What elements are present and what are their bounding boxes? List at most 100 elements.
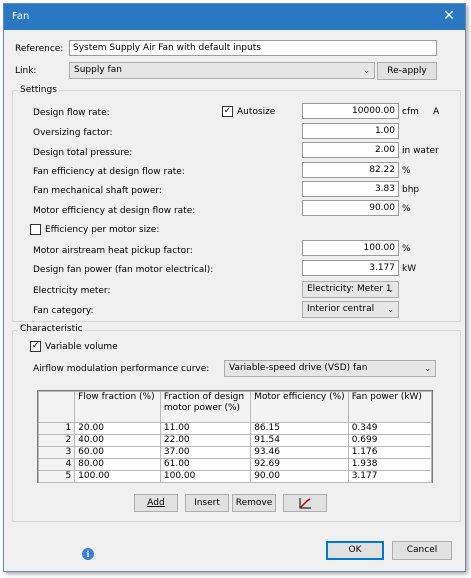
design-pressure-unit: in water	[402, 146, 439, 156]
design-flow-rate-input[interactable]: 10000.00	[302, 103, 399, 119]
motor-efficiency-unit: %	[402, 204, 411, 214]
row-number: 5	[37, 470, 76, 483]
column-header: Fraction of design motor power (%)	[159, 391, 252, 423]
efficiency-per-motor-label: Efficiency per motor size:	[45, 225, 160, 235]
insert-button[interactable]: Insert	[185, 494, 229, 512]
flow-cell[interactable]: 20.00	[74, 422, 161, 435]
design-pressure-label: Design total pressure:	[33, 148, 133, 158]
shaft-power-unit: bhp	[402, 185, 420, 195]
efficiency-cell[interactable]: 92.69	[250, 458, 349, 471]
motor-efficiency-label: Motor efficiency at design flow rate:	[33, 206, 196, 216]
efficiency-cell[interactable]: 86.15	[250, 422, 349, 435]
fan-category-label: Fan category:	[33, 306, 94, 316]
cancel-button[interactable]: Cancel	[392, 541, 452, 560]
table-row[interactable]: 5 100.00 100.00 90.00 3.177	[37, 470, 433, 483]
efficiency-cell[interactable]: 93.46	[250, 446, 349, 459]
fan-efficiency-unit: %	[402, 166, 411, 176]
row-number: 2	[37, 434, 76, 447]
insert-button-label: Insert	[194, 498, 220, 508]
flow-cell[interactable]: 60.00	[74, 446, 161, 459]
add-button-label: Add	[147, 498, 165, 508]
electricity-meter-value: Electricity: Meter 1	[307, 284, 392, 294]
fraction-cell[interactable]: 37.00	[159, 446, 252, 459]
flow-cell[interactable]: 80.00	[74, 458, 161, 471]
characteristic-group-label: Characteristic	[18, 324, 85, 334]
chevron-down-icon: ⌄	[387, 305, 394, 314]
heat-pickup-input[interactable]: 100.00	[302, 240, 399, 256]
ok-button[interactable]: OK	[326, 541, 384, 560]
oversizing-input[interactable]: 1.00	[302, 123, 399, 139]
table-header-row: Flow fraction (%) Fraction of design mot…	[37, 391, 433, 423]
row-number: 1	[37, 422, 76, 435]
curve-label: Airflow modulation performance curve:	[33, 364, 210, 374]
fan-dialog: Fan ✕ Reference: System Supply Air Fan w…	[3, 3, 466, 572]
power-cell: 0.349	[347, 422, 433, 435]
variable-volume-label: Variable volume	[45, 342, 118, 352]
autosize-label: Autosize	[237, 107, 276, 117]
close-icon[interactable]: ✕	[441, 8, 457, 24]
table-row[interactable]: 1 20.00 11.00 86.15 0.349	[37, 422, 433, 435]
chart-icon	[299, 498, 311, 509]
fraction-cell[interactable]: 22.00	[159, 434, 252, 447]
table-row[interactable]: 3 60.00 37.00 93.46 1.176	[37, 446, 433, 459]
reference-label: Reference:	[15, 44, 64, 54]
column-header: Flow fraction (%)	[74, 391, 161, 423]
fan-efficiency-label: Fan efficiency at design flow rate:	[33, 167, 185, 177]
chevron-down-icon: ⌄	[424, 364, 431, 373]
fraction-cell[interactable]: 61.00	[159, 458, 252, 471]
link-select[interactable]: Supply fan ⌄	[69, 62, 375, 79]
design-fan-power-input: 3.177	[302, 260, 399, 276]
column-header: Fan power (kW)	[347, 391, 433, 423]
heat-pickup-label: Motor airstream heat pickup factor:	[33, 246, 193, 256]
shaft-power-label: Fan mechanical shaft power:	[33, 186, 162, 196]
settings-group-label: Settings	[18, 85, 59, 95]
electricity-meter-select[interactable]: Electricity: Meter 1 ⌄	[302, 281, 399, 298]
power-cell: 3.177	[347, 470, 433, 483]
fan-category-select[interactable]: Interior central ⌄	[302, 301, 399, 318]
efficiency-per-motor-checkbox[interactable]	[30, 224, 41, 235]
fraction-cell[interactable]: 11.00	[159, 422, 252, 435]
row-number-header	[37, 391, 76, 423]
autosize-checkbox[interactable]: ✓	[222, 106, 233, 117]
motor-efficiency-input[interactable]: 90.00	[302, 200, 399, 216]
remove-button-label: Remove	[235, 498, 273, 508]
curve-select-value: Variable-speed drive (VSD) fan	[229, 363, 368, 373]
power-cell: 1.176	[347, 446, 433, 459]
design-pressure-input[interactable]: 2.00	[302, 142, 399, 158]
design-fan-power-unit: kW	[402, 264, 417, 274]
flow-cell[interactable]: 40.00	[74, 434, 161, 447]
reference-input[interactable]: System Supply Air Fan with default input…	[69, 40, 437, 56]
reapply-button[interactable]: Re-apply	[377, 62, 437, 80]
power-cell: 1.938	[347, 458, 433, 471]
electricity-meter-label: Electricity meter:	[33, 286, 111, 296]
efficiency-cell[interactable]: 91.54	[250, 434, 349, 447]
link-label: Link:	[15, 66, 37, 76]
row-number: 3	[37, 446, 76, 459]
flow-cell[interactable]: 100.00	[74, 470, 161, 483]
table-row[interactable]: 2 40.00 22.00 91.54 0.699	[37, 434, 433, 447]
fraction-cell[interactable]: 100.00	[159, 470, 252, 483]
fan-efficiency-input[interactable]: 82.22	[302, 162, 399, 178]
column-header: Motor efficiency (%)	[250, 391, 349, 423]
variable-volume-checkbox[interactable]: ✓	[30, 341, 41, 352]
add-button[interactable]: Add	[134, 494, 178, 512]
oversizing-label: Oversizing factor:	[33, 128, 113, 138]
heat-pickup-unit: %	[402, 244, 411, 254]
performance-table: Flow fraction (%) Fraction of design mot…	[37, 390, 433, 483]
design-fan-power-label: Design fan power (fan motor electrical):	[33, 265, 214, 275]
shaft-power-input[interactable]: 3.83	[302, 181, 399, 197]
row-number: 4	[37, 458, 76, 471]
power-cell: 0.699	[347, 434, 433, 447]
chart-button[interactable]	[283, 494, 327, 512]
autosize-flag: A	[433, 107, 440, 117]
link-select-value: Supply fan	[74, 65, 122, 75]
curve-select[interactable]: Variable-speed drive (VSD) fan ⌄	[224, 360, 436, 377]
table-row[interactable]: 4 80.00 61.00 92.69 1.938	[37, 458, 433, 471]
remove-button[interactable]: Remove	[232, 494, 276, 512]
design-flow-rate-unit: cfm	[402, 107, 419, 117]
title-bar: Fan ✕	[4, 4, 465, 30]
info-icon[interactable]: i	[82, 548, 94, 560]
chevron-down-icon: ⌄	[363, 66, 370, 75]
window-title: Fan	[12, 11, 30, 22]
efficiency-cell[interactable]: 90.00	[250, 470, 349, 483]
